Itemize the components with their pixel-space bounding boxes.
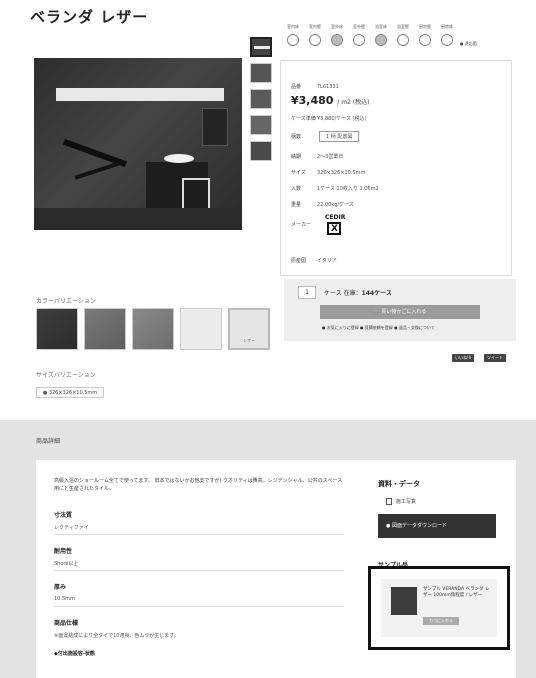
attribute-icon: 室外床 xyxy=(326,24,348,46)
weight: 22.00kg/ケース xyxy=(317,202,354,208)
thumbnail-5[interactable] xyxy=(250,141,272,161)
thumbnail-2[interactable] xyxy=(250,63,272,83)
sample-highlight-box: サンプル VERANDA ベランダ レザー 100mm角程度 / レザー カゴに… xyxy=(368,566,510,650)
sample-swatch xyxy=(391,587,417,615)
delivery-time: 2～3営業日 xyxy=(317,154,344,160)
price: ¥3,480 / m2 (税込) xyxy=(291,94,370,107)
tweet-button[interactable]: ツイート xyxy=(484,354,506,362)
detail-card: 高級入浴のショールーム全てで使ってます。 旧本ではないかお他支ですが) クオリテ… xyxy=(36,460,516,678)
attribute-icon: 厨房床 xyxy=(436,24,458,46)
attribute-icon: 室内床 xyxy=(282,24,304,46)
detail-value: 10.5mm xyxy=(54,596,75,602)
pack-quantity: 1ケース 10枚入り 1.06m2 xyxy=(317,186,379,192)
sample-add-button[interactable]: カゴに入れる xyxy=(423,617,459,625)
thumbnail-4[interactable] xyxy=(250,115,272,135)
detail-value: レクティファイ xyxy=(54,525,89,531)
detail-value: ※面違結成により全タイで10適良、色ムラが生じます。 xyxy=(54,633,179,639)
attribute-icon: 浴室壁 xyxy=(392,24,414,46)
color-swatch[interactable] xyxy=(84,308,126,350)
color-swatch[interactable] xyxy=(132,308,174,350)
thumbnail-3[interactable] xyxy=(250,89,272,109)
icon-legend: ● 適応箇 xyxy=(460,41,477,46)
pattern-layout-button[interactable]: 1 柄 配置図 xyxy=(319,131,360,142)
page-title: ベランダ レザー xyxy=(30,8,149,26)
thumbnail-1[interactable] xyxy=(250,37,272,57)
attribute-icon: 室外壁 xyxy=(348,24,370,46)
main-product-image[interactable] xyxy=(34,58,242,230)
sample-card: サンプル VERANDA ベランダ レザー 100mm角程度 / レザー カゴに… xyxy=(381,579,497,637)
attribute-icon: 浴室床 xyxy=(370,24,392,46)
tile-size: 326×326×10.5mm xyxy=(317,170,366,176)
cart-links[interactable]: ● お気に入りに登録 ● 見積依頼を登録 ● 返品・交換について xyxy=(322,325,435,331)
detail-heading: 耐用性 xyxy=(54,548,73,555)
attribute-icon: 厨房壁 xyxy=(414,24,436,46)
detail-heading: 商品仕様 xyxy=(54,620,79,627)
photo-icon xyxy=(386,498,392,505)
spec-panel: 品番 TL61331 ¥3,480 / m2 (税込) ケース単価¥3,880/ケ… xyxy=(280,60,512,276)
maker-logo: CEDIR X xyxy=(325,214,346,235)
resources-title: 資料・データ xyxy=(378,480,420,488)
case-price: ¥3,880/ケース (税込) xyxy=(317,116,367,122)
product-code: TL61331 xyxy=(317,84,339,90)
drawing-download-button[interactable]: ● 図面データダウンロード xyxy=(378,514,496,538)
cart-panel: 1 ケース 在庫：144ケース 🛒 買い物かごに入れる ● お気に入りに登録 ●… xyxy=(284,279,516,341)
like-button[interactable]: いいね!0 xyxy=(452,354,475,362)
product-description: 高級入浴のショールーム全てで使ってます。 旧本ではないかお他支ですが) クオリテ… xyxy=(54,478,343,492)
detail-heading: 寸法質 xyxy=(54,512,73,519)
color-swatch[interactable] xyxy=(36,308,78,350)
detail-section-title: 商品詳細 xyxy=(36,438,61,445)
size-option-button[interactable]: ● 326×326×10.5mm xyxy=(36,387,104,398)
attribute-icon: 室内壁 xyxy=(304,24,326,46)
color-variation-label: カラーバリエーション xyxy=(36,298,96,305)
detail-heading: 厚み xyxy=(54,584,67,591)
quantity-input[interactable]: 1 xyxy=(298,286,316,299)
stock-note: ケース 在庫：144ケース xyxy=(324,290,392,297)
size-variation-label: サイズバリエーション xyxy=(36,372,96,379)
add-to-cart-button[interactable]: 🛒 買い物かごに入れる xyxy=(320,305,480,319)
color-swatch-selected[interactable]: レザー xyxy=(228,308,270,350)
detail-heading: ◆付出施設容-状態 xyxy=(54,651,95,657)
origin-country: イタリア xyxy=(317,258,337,264)
sample-name: サンプル VERANDA ベランダ レザー 100mm角程度 / レザー xyxy=(423,587,490,598)
detail-value: Shore以上 xyxy=(54,561,79,567)
construction-photo-link[interactable]: 施工写真 xyxy=(386,498,416,505)
color-swatch[interactable] xyxy=(180,308,222,350)
